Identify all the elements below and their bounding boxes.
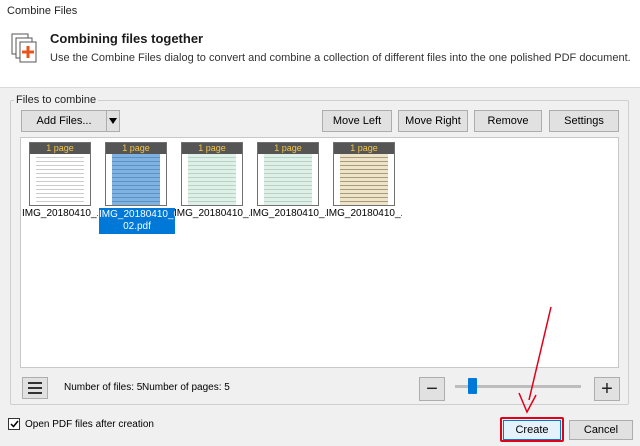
document-preview [264, 154, 312, 205]
window-titlebar: Combine Files [0, 0, 640, 22]
file-thumbnail[interactable]: 1 page [181, 142, 243, 206]
add-files-button[interactable]: Add Files... [21, 110, 107, 132]
file-label[interactable]: IMG_20180410_... [174, 208, 250, 219]
zoom-out-button[interactable]: − [419, 377, 445, 401]
file-label-line: 02.pdf [123, 221, 151, 232]
page-count-badge: 1 page [258, 143, 318, 154]
cancel-button[interactable]: Cancel [569, 420, 633, 440]
checkmark-icon [9, 420, 19, 428]
document-preview [36, 154, 84, 205]
file-thumbnail[interactable]: 1 page [29, 142, 91, 206]
list-view-button[interactable] [22, 377, 48, 399]
add-files-dropdown-button[interactable] [106, 110, 120, 132]
page-count: Number of pages: 5 [142, 382, 230, 393]
settings-button[interactable]: Settings [549, 110, 619, 132]
file-label-selected[interactable]: IMG_20180410_00 02.pdf [99, 208, 175, 234]
page-count-badge: 1 page [334, 143, 394, 154]
page-count-badge: 1 page [182, 143, 242, 154]
dialog-header: Combining files together Use the Combine… [0, 22, 640, 88]
list-icon [28, 382, 42, 394]
file-thumbnail-area[interactable]: 1 page IMG_20180410_... 1 page IMG_20180… [20, 137, 619, 368]
move-left-button[interactable]: Move Left [322, 110, 392, 132]
file-label[interactable]: IMG_20180410_... [22, 208, 98, 219]
chevron-down-icon [109, 118, 117, 124]
document-preview [340, 154, 388, 205]
page-count-badge: 1 page [106, 143, 166, 154]
files-group-label: Files to combine [14, 94, 99, 106]
header-title: Combining files together [50, 31, 204, 46]
remove-button[interactable]: Remove [474, 110, 542, 132]
open-after-creation-label: Open PDF files after creation [25, 418, 154, 430]
combine-files-icon [11, 33, 37, 63]
file-label[interactable]: IMG_20180410_... [326, 208, 402, 219]
document-preview [112, 154, 160, 205]
file-thumbnail[interactable]: 1 page [257, 142, 319, 206]
header-description: Use the Combine Files dialog to convert … [50, 52, 631, 64]
open-after-creation-checkbox[interactable] [8, 418, 20, 430]
file-thumbnail[interactable]: 1 page [333, 142, 395, 206]
page-count-badge: 1 page [30, 143, 90, 154]
move-right-button[interactable]: Move Right [398, 110, 468, 132]
create-button[interactable]: Create [503, 420, 561, 440]
zoom-slider-thumb[interactable] [468, 378, 477, 394]
open-after-creation-option[interactable]: Open PDF files after creation [8, 418, 154, 430]
file-label[interactable]: IMG_20180410_... [250, 208, 326, 219]
file-count: Number of files: 5 [64, 382, 143, 393]
window-title: Combine Files [7, 5, 78, 17]
file-label-line: IMG_20180410_00 [99, 209, 175, 220]
zoom-in-button[interactable]: + [594, 377, 620, 401]
document-preview [188, 154, 236, 205]
file-thumbnail-selected[interactable]: 1 page [105, 142, 167, 206]
